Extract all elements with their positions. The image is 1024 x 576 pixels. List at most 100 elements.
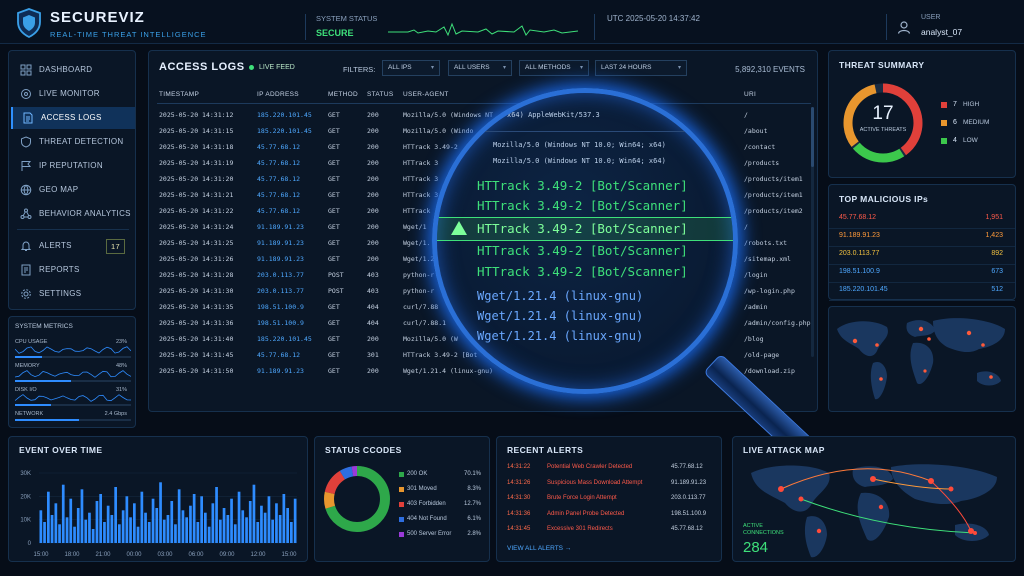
metric-bar-fill [15, 356, 42, 358]
system-status: SYSTEM STATUS SECURE [305, 14, 578, 40]
legend-swatch-medium [941, 120, 947, 126]
alert-row[interactable]: 14:31:45 Excessive 301 Redirects 45.77.68.… [497, 526, 721, 540]
event-bar [114, 487, 117, 543]
sidebar-item-geo-map[interactable]: GEO MAP [11, 179, 135, 201]
top-ip-row[interactable]: 45.77.68.12 1,951 [829, 213, 1015, 229]
row-timestamp: 2025-05-20 14:31:36 [159, 319, 234, 327]
alert-row[interactable]: 14:31:36 Admin Panel Probe Detected 198.51… [497, 511, 721, 525]
sidebar-item-ip-reputation[interactable]: IP REPUTATION [11, 155, 135, 177]
event-bar [278, 515, 282, 543]
sidebar-item-label: BEHAVIOR ANALYTICS [39, 209, 131, 218]
row-timestamp: 2025-05-20 14:31:18 [159, 143, 234, 151]
system-metrics-panel: SYSTEM METRICS CPU USAGE 23% MEMORY 48% DISK… [8, 316, 136, 428]
event-bar [162, 519, 166, 543]
dashboard-icon [20, 64, 32, 76]
top-ip-row[interactable]: 198.51.100.9 673 [829, 267, 1015, 283]
event-bar [121, 510, 125, 543]
row-uri: /products/item1 [744, 175, 803, 183]
row-ip-address: 185.220.101.45 [257, 335, 312, 343]
event-bar [80, 489, 84, 543]
event-bar [252, 484, 256, 543]
row-uri: / [744, 223, 748, 231]
sidebar-item-label: LIVE MONITOR [39, 89, 100, 98]
status-percent: 2.8% [467, 531, 481, 537]
col-user-agent[interactable]: USER-AGENT [403, 91, 449, 98]
event-bar [69, 498, 73, 543]
sidebar-item-reports[interactable]: REPORTS [11, 259, 135, 281]
top-ip-row[interactable]: 91.189.91.23 1,423 [829, 231, 1015, 247]
event-bar [39, 510, 43, 543]
filter-users-select[interactable]: ALL USERS ▾ [448, 60, 512, 76]
row-status: 200 [367, 223, 379, 231]
scrollbar-thumb[interactable] [811, 107, 814, 167]
magnified-line: Wget/1.21.4 (linux-gnu) [477, 289, 644, 303]
world-map-panel[interactable] [828, 306, 1016, 412]
metric-value: 2.4 Gbps [104, 411, 127, 417]
world-map[interactable] [829, 307, 1015, 411]
sidebar-item-behavior-analytics[interactable]: BEHAVIOR ANALYTICS [11, 203, 135, 225]
alert-ip: 91.189.91.23 [671, 479, 707, 486]
view-all-alerts-link[interactable]: VIEW ALL ALERTS → [507, 545, 571, 552]
event-bar [110, 515, 114, 543]
table-row[interactable]: 2025-05-20 14:31:12 185.220.101.45 GET 200 M… [149, 107, 819, 123]
filter-ips-select[interactable]: ALL IPS ▾ [382, 60, 440, 76]
event-bar [61, 484, 65, 543]
magnified-line: HTTrack 3.49-2 [Bot/Scanner] [477, 243, 688, 258]
row-status: 200 [367, 143, 379, 151]
row-uri: /admin/config.php [744, 319, 811, 327]
event-bar [174, 524, 177, 543]
live-attack-map[interactable] [741, 459, 1011, 561]
recent-alerts-title: RECENT ALERTS [507, 445, 584, 455]
top-ip-row[interactable]: 185.220.101.45 512 [829, 285, 1015, 301]
heartbeat-line-icon [388, 22, 578, 37]
sidebar-item-dashboard[interactable]: DASHBOARD [11, 59, 135, 81]
chevron-down-icon: ▾ [579, 65, 583, 71]
alert-time: 14:31:22 [507, 464, 531, 470]
col-ip-address[interactable]: IP ADDRESS [257, 91, 299, 98]
x-tick-label: 03:00 [157, 552, 173, 558]
top-ip-count: 673 [991, 268, 1003, 275]
event-bar [50, 515, 54, 543]
row-method: GET [328, 335, 340, 343]
col-status[interactable]: STATUS [367, 91, 393, 98]
metric-value: 31% [115, 387, 127, 393]
metric-label: DISK I/O [15, 387, 37, 393]
col-method[interactable]: METHOD [328, 91, 358, 98]
event-bar [189, 505, 192, 543]
magnified-line: Mozilla/5.0 (Windows NT 10.0; Win64; x64… [493, 141, 666, 149]
alert-row[interactable]: 14:31:26 Suspicious Mass Download Attempt… [497, 480, 721, 494]
sidebar-item-label: IP REPUTATION [39, 161, 103, 170]
sidebar-item-settings[interactable]: SETTINGS [11, 283, 135, 305]
event-bar [241, 510, 245, 543]
sidebar-item-threat-detection[interactable]: THREAT DETECTION [11, 131, 135, 153]
filter-time-select[interactable]: LAST 24 HOURS ▾ [595, 60, 687, 76]
col-timestamp[interactable]: TIMESTAMP [159, 91, 199, 98]
event-bar [166, 515, 170, 543]
row-method: GET [328, 111, 340, 119]
user-name: analyst_07 [921, 27, 963, 37]
top-ip-address: 185.220.101.45 [839, 286, 888, 293]
sidebar-item-live-monitor[interactable]: LIVE MONITOR [11, 83, 135, 105]
live-attack-map-title: LIVE ATTACK MAP [743, 445, 825, 455]
top-ips-title: TOP MALICIOUS IPs [839, 194, 929, 204]
row-timestamp: 2025-05-20 14:31:22 [159, 207, 234, 215]
top-ip-row[interactable]: 203.0.113.77 892 [829, 249, 1015, 265]
row-uri: /products/item2 [744, 207, 803, 215]
row-ip-address: 45.77.68.12 [257, 143, 301, 151]
row-timestamp: 2025-05-20 14:31:26 [159, 255, 234, 263]
filter-methods-select[interactable]: ALL METHODS ▾ [519, 60, 589, 76]
brand-name: SECUREVIZ [50, 9, 145, 26]
row-ip-address: 45.77.68.12 [257, 159, 301, 167]
alert-row[interactable]: 14:31:30 Brute Force Login Attempt 203.0.1… [497, 495, 721, 509]
sidebar-item-access-logs[interactable]: ACCESS LOGS [11, 107, 135, 129]
scrollbar[interactable] [811, 107, 814, 357]
event-bar [245, 517, 248, 543]
status-label: 403 Forbidden [407, 501, 446, 507]
row-status: 404 [367, 303, 379, 311]
top-ip-address: 203.0.113.77 [839, 250, 880, 257]
col-uri[interactable]: URI [744, 91, 756, 98]
sidebar-item-alerts[interactable]: ALERTS 17 [11, 235, 135, 257]
user-menu[interactable]: USER analyst_07 [886, 14, 1024, 40]
alert-row[interactable]: 14:31:22 Potential Web Crawler Detected 45… [497, 464, 721, 478]
x-tick-label: 15:00 [281, 552, 297, 558]
